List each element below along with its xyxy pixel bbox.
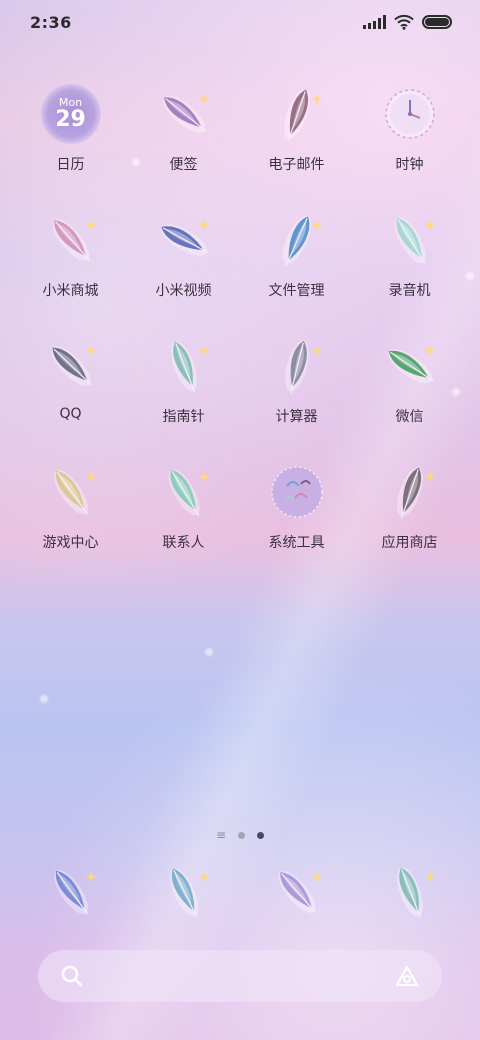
app-label: 时钟: [395, 157, 424, 173]
app-contacts[interactable]: 联系人: [127, 460, 240, 552]
feather-icon: [378, 208, 442, 272]
dock-app-messages[interactable]: [127, 860, 240, 952]
app-grid: Mon 29 日历 便签 电子邮件 时钟 小米商城 小米视频 文件管理 录音机 …: [14, 82, 466, 552]
app-label: 便签: [169, 157, 198, 173]
app-app-store[interactable]: 应用商店: [353, 460, 466, 552]
feather-icon: [152, 82, 216, 146]
feather-browser-icon: [265, 860, 329, 924]
app-email[interactable]: 电子邮件: [240, 82, 353, 174]
app-label: 电子邮件: [268, 157, 325, 173]
search-bar[interactable]: [38, 950, 442, 1002]
page-indicator-dot: [238, 831, 246, 839]
app-game-center[interactable]: 游戏中心: [14, 460, 127, 552]
status-icons: [363, 14, 452, 30]
app-label: 指南针: [162, 409, 205, 425]
app-label: 应用商店: [381, 535, 438, 551]
app-label: 小米视频: [155, 283, 212, 299]
page-indicator-menu-icon: ≡: [215, 828, 227, 842]
app-notes[interactable]: 便签: [127, 82, 240, 174]
dock-app-phone[interactable]: [14, 860, 127, 952]
feather-messages-icon: [152, 860, 216, 924]
dock: [14, 860, 466, 952]
search-icon[interactable]: [60, 964, 84, 988]
page-indicator-dot-active: [257, 831, 265, 839]
app-file-manager[interactable]: 文件管理: [240, 208, 353, 300]
app-label: 微信: [395, 409, 424, 425]
feather-icon: [265, 334, 329, 398]
app-wechat[interactable]: 微信: [353, 334, 466, 426]
app-qq[interactable]: QQ: [14, 334, 127, 426]
feather-icon: [265, 82, 329, 146]
feather-icon: [378, 334, 442, 398]
page-indicator[interactable]: ≡: [0, 828, 480, 842]
battery-icon: [422, 15, 452, 29]
assistant-icon[interactable]: [394, 964, 420, 988]
feather-icon: [378, 460, 442, 524]
app-system-tools-folder[interactable]: 系统工具: [240, 460, 353, 552]
calendar-icon: Mon 29: [39, 82, 103, 146]
feather-icon: [152, 334, 216, 398]
wallpaper-sparkle: [466, 272, 474, 280]
clock-icon: [378, 82, 442, 146]
app-calculator[interactable]: 计算器: [240, 334, 353, 426]
feather-icon: [265, 208, 329, 272]
app-calendar[interactable]: Mon 29 日历: [14, 82, 127, 174]
feather-icon: [39, 208, 103, 272]
app-label: 游戏中心: [42, 535, 99, 551]
app-label: 日历: [56, 157, 85, 173]
feather-icon: [39, 460, 103, 524]
app-clock[interactable]: 时钟: [353, 82, 466, 174]
feather-phone-icon: [39, 860, 103, 924]
dock-app-browser[interactable]: [240, 860, 353, 952]
wallpaper-sparkle: [205, 648, 213, 656]
feather-icon: [152, 460, 216, 524]
feather-icon: [39, 334, 103, 398]
app-label: 文件管理: [268, 283, 325, 299]
status-time: 2:36: [30, 12, 72, 32]
feather-camera-icon: [378, 860, 442, 924]
app-label: 录音机: [388, 283, 431, 299]
calendar-day: 29: [55, 107, 86, 132]
app-mi-video[interactable]: 小米视频: [127, 208, 240, 300]
app-label: 小米商城: [42, 283, 99, 299]
folder-icon: [265, 460, 329, 524]
app-recorder[interactable]: 录音机: [353, 208, 466, 300]
wifi-icon: [394, 14, 414, 30]
status-bar: 2:36: [0, 0, 480, 44]
dock-app-camera[interactable]: [353, 860, 466, 952]
app-label: 计算器: [275, 409, 318, 425]
app-label: QQ: [59, 406, 82, 422]
app-mi-store[interactable]: 小米商城: [14, 208, 127, 300]
wallpaper-sparkle: [40, 695, 48, 703]
app-compass[interactable]: 指南针: [127, 334, 240, 426]
app-label: 系统工具: [268, 535, 325, 551]
app-label: 联系人: [162, 535, 205, 551]
feather-icon: [152, 208, 216, 272]
signal-icon: [363, 15, 386, 29]
